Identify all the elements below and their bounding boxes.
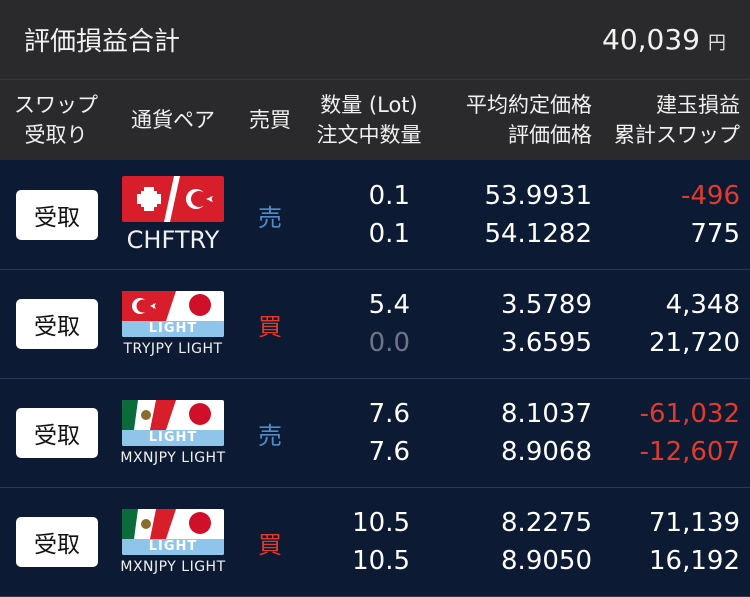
summary-value-group: 40,039 円 [602, 23, 726, 56]
price-cell: 8.1037 8.9068 [432, 395, 592, 471]
currency-pair: LIGHT MXNJPY LIGHT [112, 509, 234, 575]
header-side: 売買 [249, 108, 291, 132]
header-qty-line1: 数量 (Lot) [320, 93, 418, 117]
lot-quantity: 5.4 [368, 290, 410, 320]
position-row[interactable]: 受取 CHFTRY 売 0.1 0.1 53.9931 54.1282 -496 775 [0, 161, 750, 270]
order-quantity: 10.5 [352, 546, 410, 576]
order-quantity: 0.1 [368, 219, 410, 249]
summary-value: 40,039 [602, 23, 700, 56]
order-quantity: 0.0 [368, 328, 410, 358]
position-pl: 4,348 [665, 290, 740, 320]
table-header: スワップ 受取り 通貨ペア 売買 数量 (Lot) 注文中数量 平均約定価格 評… [0, 80, 750, 161]
header-swap: スワップ 受取り [0, 90, 112, 150]
pair-name: CHFTRY [126, 226, 220, 254]
eval-price: 3.6595 [501, 328, 592, 358]
pl-cell: 4,348 21,720 [592, 286, 750, 362]
header-swap-line1: スワップ [14, 93, 98, 117]
mxn-jpy-light-flag-icon: LIGHT [122, 509, 224, 555]
eval-price: 8.9050 [501, 546, 592, 576]
header-price: 平均約定価格 評価価格 [432, 90, 592, 150]
position-row[interactable]: 受取 LIGHT MXNJPY LIGHT 買 10.5 10.5 8.2275 8.9050… [0, 488, 750, 597]
try-jpy-light-flag-icon: LIGHT [122, 291, 224, 337]
cumulative-swap: 21,720 [649, 328, 740, 358]
receive-swap-button[interactable]: 受取 [16, 517, 98, 567]
light-badge: LIGHT [148, 539, 198, 554]
positions-list: 受取 CHFTRY 売 0.1 0.1 53.9931 54.1282 -496 775 受取 LI… [0, 161, 750, 597]
header-pair: 通貨ペア [131, 108, 215, 132]
price-cell: 3.5789 3.6595 [432, 286, 592, 362]
position-row[interactable]: 受取 LIGHT MXNJPY LIGHT 売 7.6 7.6 8.1037 8.9068 -6… [0, 379, 750, 488]
pair-name: MXNJPY LIGHT [120, 559, 226, 575]
order-quantity: 7.6 [368, 437, 410, 467]
header-pl-line2: 累計スワップ [614, 123, 740, 147]
summary-label: 評価損益合計 [24, 27, 181, 57]
receive-swap-button[interactable]: 受取 [16, 299, 98, 349]
currency-pair: CHFTRY [112, 176, 234, 254]
eval-price: 54.1282 [484, 219, 592, 249]
pl-cell: -61,032 -12,607 [592, 395, 750, 471]
cumulative-swap: 16,192 [649, 546, 740, 576]
pair-name: TRYJPY LIGHT [123, 341, 223, 357]
position-pl: -496 [680, 181, 740, 211]
header-qty: 数量 (Lot) 注文中数量 [306, 90, 432, 150]
cumulative-swap: 775 [690, 219, 740, 249]
receive-swap-button[interactable]: 受取 [16, 408, 98, 458]
quantity-cell: 5.4 0.0 [306, 286, 432, 362]
avg-price: 53.9931 [484, 181, 592, 211]
light-badge: LIGHT [148, 430, 198, 445]
chf-try-flag-icon [122, 176, 224, 222]
avg-price: 8.2275 [501, 508, 592, 538]
quantity-cell: 10.5 10.5 [306, 504, 432, 580]
currency-pair: LIGHT MXNJPY LIGHT [112, 400, 234, 466]
quantity-cell: 7.6 7.6 [306, 395, 432, 471]
pair-name: MXNJPY LIGHT [120, 450, 226, 466]
trade-side: 買 [258, 312, 282, 341]
pl-cell: 71,139 16,192 [592, 504, 750, 580]
quantity-cell: 0.1 0.1 [306, 177, 432, 253]
position-row[interactable]: 受取 LIGHT TRYJPY LIGHT 買 5.4 0.0 3.5789 3.6595 4,… [0, 270, 750, 379]
position-pl: -61,032 [639, 399, 740, 429]
lot-quantity: 0.1 [368, 181, 410, 211]
currency-pair: LIGHT TRYJPY LIGHT [112, 291, 234, 357]
header-price-line2: 評価価格 [508, 123, 592, 147]
trade-side: 買 [258, 530, 282, 559]
pl-cell: -496 775 [592, 177, 750, 253]
trade-side: 売 [258, 203, 282, 232]
trade-side: 売 [258, 421, 282, 450]
summary-unit: 円 [708, 33, 726, 54]
cumulative-swap: -12,607 [639, 437, 740, 467]
header-qty-line2: 注文中数量 [316, 123, 422, 147]
mxn-jpy-light-flag-icon: LIGHT [122, 400, 224, 446]
header-price-line1: 平均約定価格 [466, 93, 592, 117]
header-pl-line1: 建玉損益 [656, 93, 740, 117]
receive-swap-button[interactable]: 受取 [16, 190, 98, 240]
header-pl: 建玉損益 累計スワップ [592, 90, 750, 150]
price-cell: 8.2275 8.9050 [432, 504, 592, 580]
light-badge: LIGHT [148, 321, 198, 336]
avg-price: 8.1037 [501, 399, 592, 429]
avg-price: 3.5789 [501, 290, 592, 320]
position-pl: 71,139 [649, 508, 740, 538]
eval-price: 8.9068 [501, 437, 592, 467]
lot-quantity: 7.6 [368, 399, 410, 429]
price-cell: 53.9931 54.1282 [432, 177, 592, 253]
pl-summary-bar: 評価損益合計 40,039 円 [0, 0, 750, 80]
header-swap-line2: 受取り [24, 123, 88, 147]
lot-quantity: 10.5 [352, 508, 410, 538]
